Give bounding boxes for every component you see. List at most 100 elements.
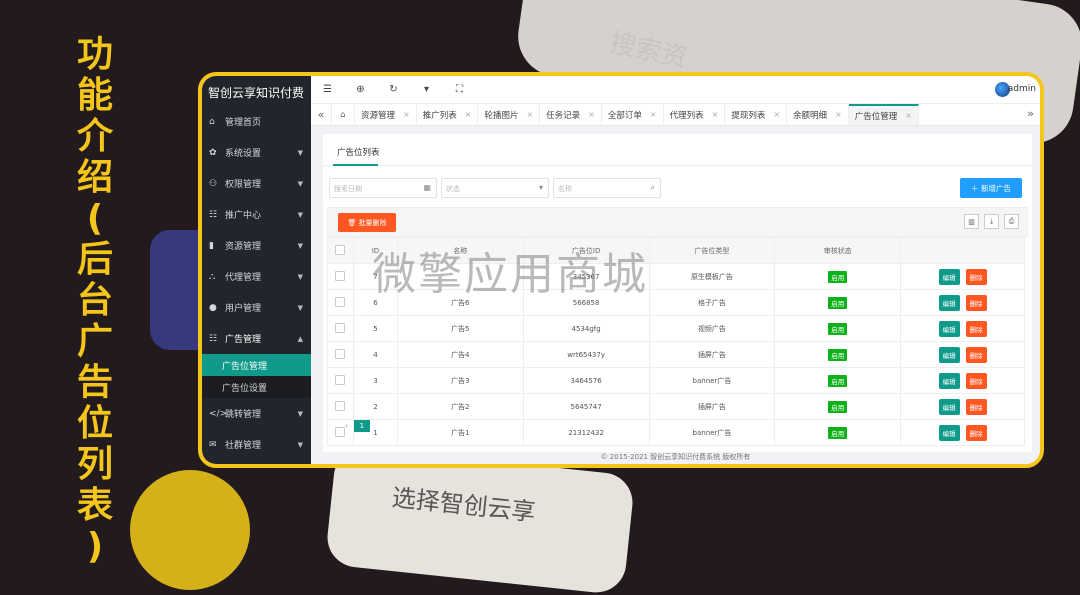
sidebar-item[interactable]: ☷ 广告管理 ▲ [202,323,311,354]
delete-button[interactable]: 删除 [965,346,987,363]
cell-ad-id: 4534gfg [522,315,650,342]
menu-toggle-icon[interactable]: ☰ [311,84,344,95]
close-icon[interactable]: × [588,110,595,119]
tabs-scroll-right-icon[interactable]: » [1027,107,1034,120]
cell-ad-id: 5645747 [522,393,650,420]
tab[interactable]: 任务记录 × [540,104,602,125]
chevron-down-icon: ▼ [297,210,303,219]
row-checkbox-cell[interactable] [327,367,354,394]
sidebar-item[interactable]: ▮ 资源管理 ▼ [202,230,311,261]
tab[interactable]: 代理列表 × [664,104,726,125]
chevron-up-icon: ▲ [297,334,303,343]
chevron-down-icon: ▼ [297,440,303,449]
sidebar-item[interactable]: ⌂ 管理首页 [202,106,311,137]
table-header: 广告位类型 [648,237,776,264]
sidebar-item[interactable]: ✿ 系统设置 ▼ [202,137,311,168]
status-select[interactable]: 状态 ▾ [441,178,549,198]
tab[interactable]: 全部订单 × [602,104,664,125]
edit-button[interactable]: 编辑 [938,372,960,389]
tab-label: 余额明细 [793,110,828,121]
row-checkbox[interactable] [335,426,346,437]
delete-button[interactable]: 删除 [965,372,987,389]
row-checkbox[interactable] [335,270,346,281]
chevron-down-icon: ▼ [297,303,303,312]
search-icon[interactable]: ⌕ [651,183,655,193]
trash-icon[interactable]: ▾ [410,84,443,95]
date-search-field[interactable]: 搜索日期 ▦ [329,178,437,198]
fullscreen-icon[interactable]: ⛶ [443,84,476,95]
status-badge: 启用 [828,374,848,387]
close-icon[interactable]: × [650,110,657,119]
sidebar-item[interactable]: ☷ 推广中心 ▼ [202,199,311,230]
prev-page-icon[interactable]: ‹ [345,422,348,430]
name-search-input[interactable]: 名称 ⌕ [553,178,661,198]
home-tab-icon[interactable]: ⌂ [331,104,355,125]
tab[interactable]: 提现列表 × [725,104,788,125]
batch-delete-button[interactable]: 🗑 批量删除 [338,213,396,232]
close-icon[interactable]: × [465,110,472,119]
close-icon[interactable]: × [526,110,533,119]
page-current[interactable]: 1 [353,420,370,432]
tab[interactable]: 广告位管理 × [848,104,919,125]
delete-button[interactable]: 删除 [965,320,987,337]
tab[interactable]: 余额明细 × [787,104,849,125]
delete-button[interactable]: 删除 [965,424,987,441]
delete-button[interactable]: 删除 [965,268,987,285]
tab[interactable]: 轮播图片 × [478,104,541,125]
sidebar-item[interactable]: ● 用户管理 ▼ [202,292,311,323]
close-icon[interactable]: × [403,110,410,119]
edit-button[interactable]: 编辑 [938,320,960,337]
delete-button[interactable]: 删除 [965,294,987,311]
tab-label: 轮播图片 [484,110,519,121]
select-all-checkbox[interactable] [335,244,346,255]
edit-button[interactable]: 编辑 [938,424,960,441]
columns-icon[interactable]: ▥ [964,214,979,229]
print-icon[interactable]: ⎙ [1004,214,1019,229]
cell-name: 广告1 [396,419,524,446]
sidebar-item[interactable]: </> 跳转管理 ▼ [202,398,311,429]
sidebar-subitem[interactable]: 广告位管理 [202,354,311,376]
edit-button[interactable]: 编辑 [938,268,960,285]
sidebar-subitem[interactable]: 广告位设置 [202,376,311,398]
edit-button[interactable]: 编辑 [938,294,960,311]
sidebar-item[interactable]: ✉ 社群管理 ▼ [202,429,311,460]
sidebar-item[interactable]: ⛬ 代理管理 ▼ [202,261,311,292]
row-checkbox-cell[interactable] [327,315,354,342]
status-badge: 启用 [828,296,848,309]
close-icon[interactable]: × [773,110,780,119]
row-checkbox-cell[interactable] [327,341,354,368]
add-ad-button[interactable]: ＋ 新增广告 [960,178,1022,198]
row-checkbox-cell[interactable] [327,393,354,420]
sidebar-item-label: 权限管理 [225,180,262,190]
edit-button[interactable]: 编辑 [938,398,960,415]
sidebar-item[interactable]: ⚇ 权限管理 ▼ [202,168,311,199]
cell-name: 广告3 [396,367,524,394]
edit-button[interactable]: 编辑 [938,346,960,363]
row-checkbox[interactable] [335,374,346,385]
row-checkbox[interactable] [335,400,346,411]
close-icon[interactable]: × [835,110,842,119]
tab[interactable]: 推广列表 × [417,104,479,125]
delete-button[interactable]: 删除 [965,398,987,415]
row-checkbox[interactable] [335,348,346,359]
row-checkbox-cell[interactable] [327,263,354,290]
sidebar-item-label: 社群管理 [225,441,262,451]
status-badge: 启用 [828,322,848,335]
tab-label: 提现列表 [731,110,766,121]
feature-title-char: 告 [76,362,113,403]
close-icon[interactable]: × [905,111,912,120]
admin-username[interactable]: admin [1008,84,1036,94]
gear-icon: ✿ [209,147,217,158]
export-icon[interactable]: ⤓ [984,214,999,229]
close-icon[interactable]: × [712,110,719,119]
globe-icon[interactable]: ⊕ [344,84,377,95]
row-checkbox[interactable] [335,296,346,307]
tab[interactable]: 资源管理 × [355,104,417,125]
refresh-icon[interactable]: ↻ [377,84,410,95]
sitemap-icon: ⛬ [209,271,216,282]
tabs-scroll-left-icon[interactable]: « [311,108,331,121]
row-checkbox[interactable] [335,322,346,333]
row-checkbox-cell[interactable] [327,289,354,316]
sidebar-item-label: 管理首页 [225,118,262,128]
chevron-down-icon: ▼ [297,148,303,157]
